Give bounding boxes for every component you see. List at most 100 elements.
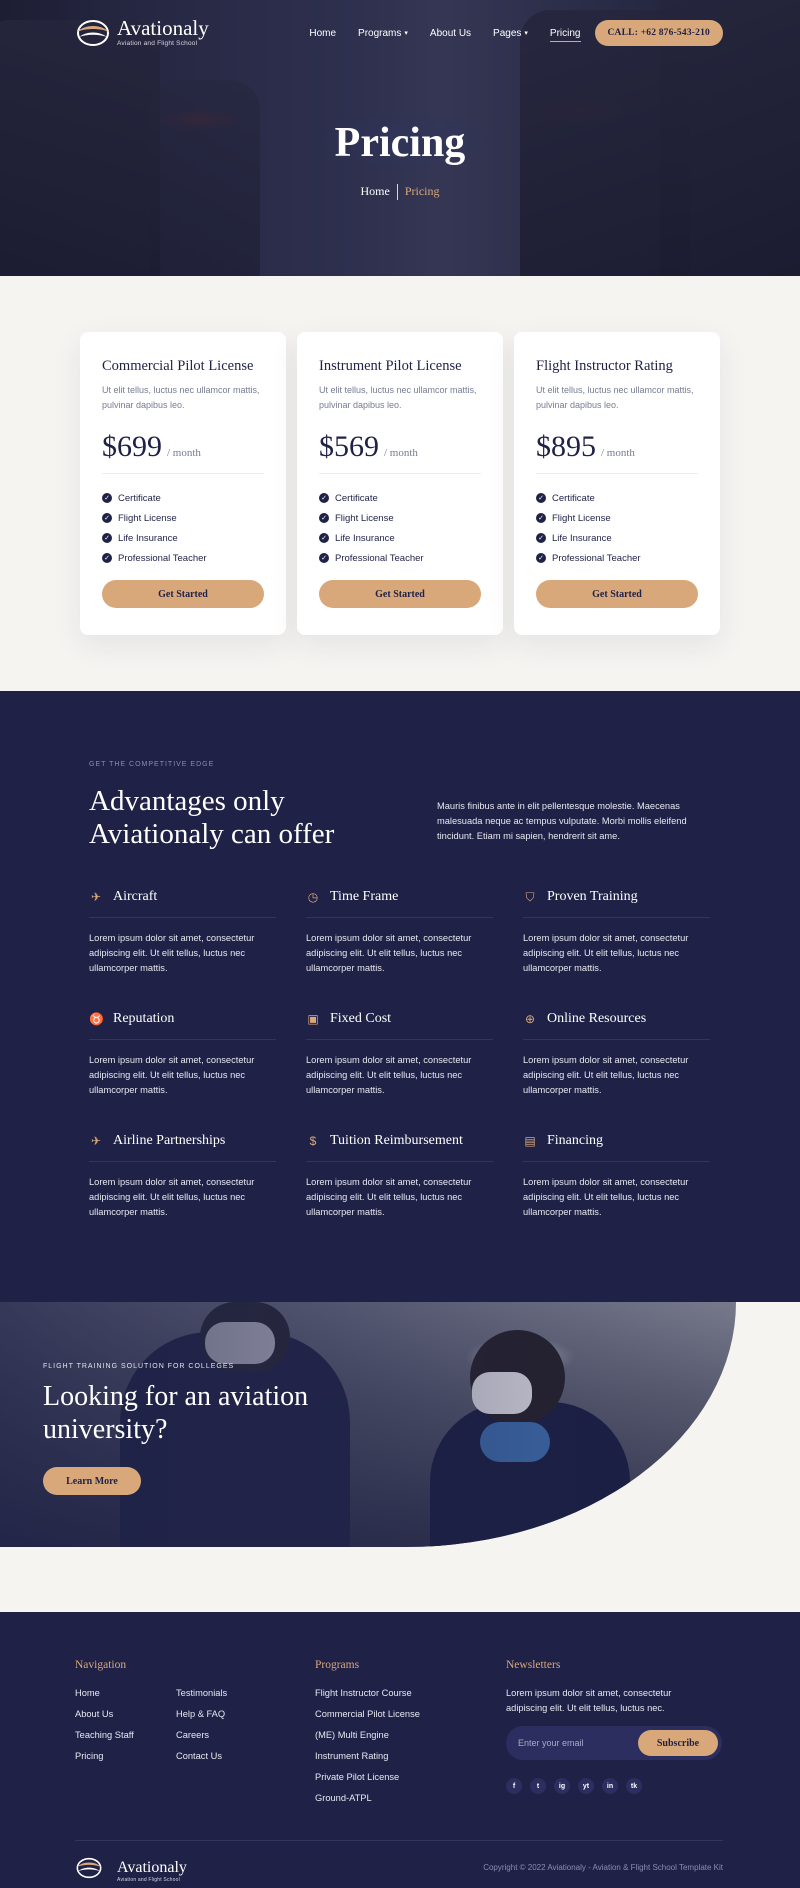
nav-pricing[interactable]: Pricing (549, 27, 581, 42)
footer-link[interactable]: Instrument Rating (315, 1751, 388, 1761)
advantages-intro: Mauris finibus ante in elit pellentesque… (437, 801, 687, 841)
learn-more-button[interactable]: Learn More (43, 1467, 141, 1495)
footer-logo[interactable]: Avationaly Aviation and Flight School (75, 1856, 187, 1886)
globe-icon: ⊕ (524, 1012, 536, 1026)
advantage-title: Tuition Reimbursement (330, 1133, 463, 1148)
plan-description: Ut elit tellus, luctus nec ullamcor matt… (536, 385, 694, 410)
hero-banner: Avationaly Aviation and Flight School Ho… (0, 0, 800, 276)
brand-tagline: Aviation and Flight School (117, 1876, 180, 1883)
feature-item: ✓ Flight License (319, 508, 481, 528)
chevron-down-icon: ▾ (404, 30, 408, 37)
advantage-item: ▤ Financing Lorem ipsum dolor sit amet, c… (523, 1133, 710, 1220)
footer-link[interactable]: Private Pilot License (315, 1772, 399, 1782)
advantage-item: ⛉ Proven Training Lorem ipsum dolor sit a… (523, 889, 710, 976)
email-field[interactable] (518, 1726, 638, 1760)
advantage-description: Lorem ipsum dolor sit amet, consectetur … (89, 933, 255, 973)
instagram-icon[interactable]: ig (554, 1778, 570, 1794)
footer-link[interactable]: Flight Instructor Course (315, 1688, 412, 1698)
footer-link[interactable]: Ground-ATPL (315, 1793, 372, 1803)
check-circle-icon: ✓ (536, 513, 546, 523)
footer-programs-heading: Programs (315, 1659, 360, 1671)
advantage-item: ♉ Reputation Lorem ipsum dolor sit amet, … (89, 1011, 276, 1098)
plane-icon: ✈ (90, 890, 102, 904)
newsletter-text: Lorem ipsum dolor sit amet, consectetur … (506, 1688, 672, 1713)
plan-description: Ut elit tellus, luctus nec ullamcor matt… (102, 385, 260, 410)
check-circle-icon: ✓ (319, 493, 329, 503)
logo-wings-icon (75, 18, 111, 48)
brand-logo[interactable]: Avationaly Aviation and Flight School (75, 18, 209, 48)
check-circle-icon: ✓ (102, 553, 112, 563)
feature-item: ✓ Certificate (536, 488, 698, 508)
get-started-button[interactable]: Get Started (102, 580, 264, 608)
brand-tagline: Aviation and Flight School (117, 40, 198, 48)
cta-section: FLIGHT TRAINING SOLUTION FOR COLLEGES Lo… (0, 1302, 800, 1553)
breadcrumb-home[interactable]: Home (361, 184, 390, 198)
footer-link[interactable]: Contact Us (176, 1751, 222, 1761)
footer-link[interactable]: Testimonials (176, 1688, 227, 1698)
nav-pricing-label: Pricing (549, 27, 581, 39)
advantage-item: ◷ Time Frame Lorem ipsum dolor sit amet, … (306, 889, 493, 976)
check-circle-icon: ✓ (319, 533, 329, 543)
breadcrumb: Home Pricing (0, 184, 800, 201)
advantage-description: Lorem ipsum dolor sit amet, consectetur … (523, 1177, 689, 1217)
nav-about[interactable]: About Us (430, 28, 471, 39)
feature-item: ✓ Certificate (319, 488, 481, 508)
nav-pages[interactable]: Pages ▾ (493, 28, 528, 39)
footer-link[interactable]: Careers (176, 1730, 209, 1740)
check-circle-icon: ✓ (536, 533, 546, 543)
advantage-title: Fixed Cost (330, 1011, 392, 1026)
subscribe-button[interactable]: Subscribe (638, 1730, 718, 1756)
advantage-description: Lorem ipsum dolor sit amet, consectetur … (523, 1055, 689, 1095)
advantage-description: Lorem ipsum dolor sit amet, consectetur … (306, 933, 472, 973)
check-circle-icon: ✓ (102, 493, 112, 503)
newsletter-form: Subscribe (506, 1726, 722, 1760)
twitter-icon[interactable]: t (530, 1778, 546, 1794)
footer-link[interactable]: Pricing (75, 1751, 103, 1761)
feature-label: Life Insurance (118, 532, 178, 544)
footer-link[interactable]: Home (75, 1688, 100, 1698)
plan-period: / month (601, 447, 635, 459)
footer-link[interactable]: Commercial Pilot License (315, 1709, 420, 1719)
feature-item: ✓ Flight License (102, 508, 264, 528)
advantage-item: ⊕ Online Resources Lorem ipsum dolor sit … (523, 1011, 710, 1098)
check-circle-icon: ✓ (102, 513, 112, 523)
advantages-heading-line1: Advantages only (89, 785, 285, 817)
call-button[interactable]: CALL: +62 876-543-210 (594, 20, 723, 46)
check-circle-icon: ✓ (102, 533, 112, 543)
dollar-icon: $ (309, 1134, 317, 1148)
advantage-title: Aircraft (113, 889, 158, 904)
feature-label: Professional Teacher (552, 552, 641, 564)
plan-period: / month (384, 447, 418, 459)
get-started-button[interactable]: Get Started (319, 580, 481, 608)
youtube-icon[interactable]: yt (578, 1778, 594, 1794)
nav-pages-label: Pages (493, 27, 522, 39)
footer-link[interactable]: (ME) Multi Engine (315, 1730, 389, 1740)
chevron-down-icon: ▾ (524, 30, 528, 37)
check-circle-icon: ✓ (536, 493, 546, 503)
footer-link[interactable]: Teaching Staff (75, 1730, 134, 1740)
get-started-button[interactable]: Get Started (536, 580, 698, 608)
clock-icon: ◷ (307, 890, 319, 904)
facebook-icon[interactable]: f (506, 1778, 522, 1794)
nav-programs[interactable]: Programs ▾ (358, 28, 408, 39)
feature-item: ✓ Certificate (102, 488, 264, 508)
linkedin-icon[interactable]: in (602, 1778, 618, 1794)
money-icon: ▣ (307, 1012, 319, 1026)
tiktok-icon[interactable]: tk (626, 1778, 642, 1794)
advantage-item: ✈ Aircraft Lorem ipsum dolor sit amet, co… (89, 889, 276, 976)
feature-label: Professional Teacher (335, 552, 424, 564)
plan-price-row: $699 / month (102, 430, 264, 474)
footer-newsletter-heading: Newsletters (506, 1659, 561, 1671)
feature-label: Life Insurance (335, 532, 395, 544)
plane-departure-icon: ✈ (90, 1134, 102, 1148)
plan-price-row: $895 / month (536, 430, 698, 474)
feature-item: ✓ Professional Teacher (102, 548, 264, 568)
footer-link[interactable]: Help & FAQ (176, 1709, 225, 1719)
pricing-card: Flight Instructor Rating Ut elit tellus,… (514, 332, 720, 635)
feature-label: Flight License (335, 512, 394, 524)
advantage-title: Airline Partnerships (113, 1133, 226, 1148)
nav-home[interactable]: Home (309, 28, 336, 39)
check-circle-icon: ✓ (536, 553, 546, 563)
footer-link[interactable]: About Us (75, 1709, 113, 1719)
plan-price-row: $569 / month (319, 430, 481, 474)
